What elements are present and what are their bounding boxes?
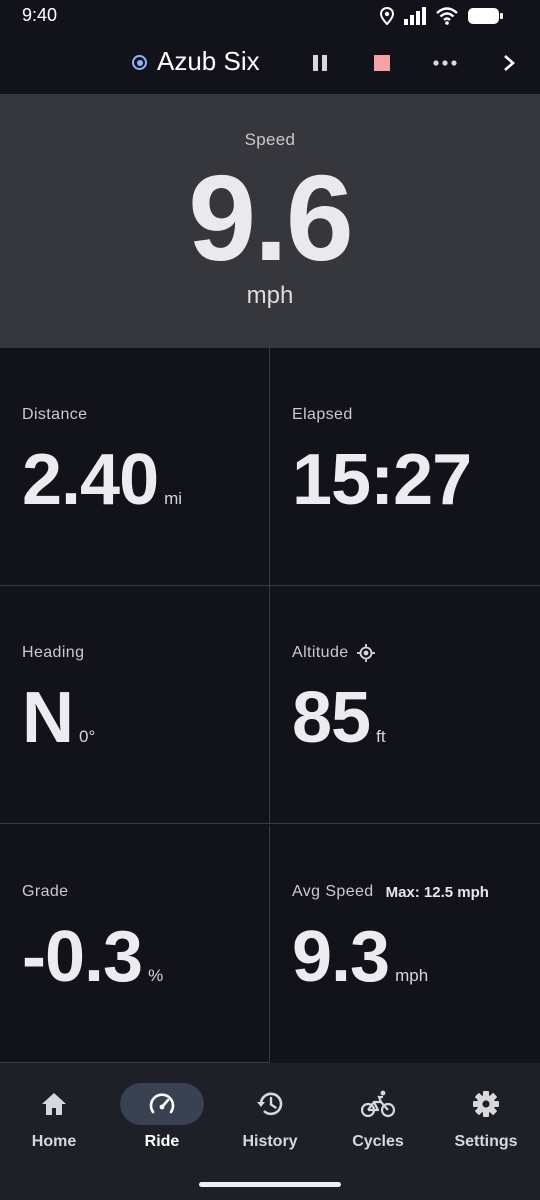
nav-cycles-label: Cycles <box>352 1133 404 1150</box>
pause-button[interactable] <box>305 48 335 78</box>
nav-home[interactable]: Home <box>0 1083 108 1163</box>
nav-ride-indicator <box>120 1083 204 1125</box>
battery-icon <box>468 8 503 24</box>
elapsed-value: 15:27 <box>292 440 472 520</box>
status-icons <box>380 6 504 26</box>
altitude-unit: ft <box>376 727 386 746</box>
status-bar: 9:40 <box>0 0 540 32</box>
stop-button[interactable] <box>367 48 397 78</box>
location-icon <box>380 7 394 25</box>
speedometer-icon <box>149 1093 175 1114</box>
device-name[interactable]: Azub Six <box>157 46 260 77</box>
altitude-cell[interactable]: Altitude 85 ft <box>270 586 540 824</box>
elapsed-cell[interactable]: Elapsed 15:27 <box>270 348 540 586</box>
nav-cycles[interactable]: Cycles <box>324 1083 432 1163</box>
heading-label: Heading <box>22 644 85 661</box>
ride-toolbar: Azub Six <box>0 32 540 94</box>
speed-value: 9.6 <box>188 150 354 286</box>
nav-history[interactable]: History <box>216 1083 324 1163</box>
max-speed-label: Max: 12.5 mph <box>385 883 489 901</box>
history-icon <box>257 1092 283 1116</box>
nav-settings[interactable]: Settings <box>432 1083 540 1163</box>
nav-history-label: History <box>242 1133 298 1150</box>
gear-icon <box>473 1091 499 1117</box>
heading-cell[interactable]: Heading N 0° <box>0 586 270 824</box>
grade-value: -0.3% <box>22 917 164 997</box>
speed-panel[interactable]: Speed 9.6 mph <box>0 94 540 348</box>
device-connected-icon <box>132 55 147 70</box>
grade-label: Grade <box>22 883 69 900</box>
avg-speed-label: Avg Speed Max: 12.5 mph <box>292 883 489 901</box>
heading-degrees: 0° <box>79 727 96 746</box>
next-button[interactable] <box>494 48 524 78</box>
bottom-navigation: Home Ride History Cycles Settings <box>0 1063 540 1200</box>
altitude-label: Altitude <box>292 644 375 662</box>
distance-value: 2.40 mi <box>22 440 183 520</box>
elapsed-label: Elapsed <box>292 406 353 423</box>
distance-cell[interactable]: Distance 2.40 mi <box>0 348 270 586</box>
metrics-grid: Distance 2.40 mi Elapsed 15:27 Heading N0… <box>0 348 540 1063</box>
nav-ride-label: Ride <box>144 1133 180 1150</box>
grade-unit: % <box>148 966 164 985</box>
more-horizontal-icon <box>433 60 457 66</box>
nav-ride[interactable]: Ride <box>108 1083 216 1163</box>
avg-speed-unit: mph <box>395 966 429 985</box>
wifi-icon <box>436 7 458 25</box>
avg-speed-value: 9.3 mph <box>292 917 429 997</box>
signal-icon <box>404 7 426 25</box>
speed-unit: mph <box>246 282 294 309</box>
speed-label: Speed <box>244 130 296 149</box>
status-time: 9:40 <box>22 5 58 25</box>
bicycle-icon <box>361 1090 395 1118</box>
pause-icon <box>313 55 327 71</box>
chevron-right-icon <box>504 55 515 71</box>
nav-home-label: Home <box>31 1133 77 1150</box>
distance-unit: mi <box>164 489 183 508</box>
heading-value: N 0° <box>22 678 96 758</box>
more-options-button[interactable] <box>430 48 460 78</box>
gps-fixed-icon <box>356 644 375 662</box>
altitude-value: 85 ft <box>292 678 386 758</box>
home-icon <box>42 1093 66 1115</box>
nav-settings-label: Settings <box>454 1133 518 1150</box>
gesture-home-indicator[interactable] <box>199 1182 341 1187</box>
distance-label: Distance <box>22 406 88 423</box>
grade-cell[interactable]: Grade -0.3% <box>0 825 270 1063</box>
stop-icon <box>374 55 390 71</box>
avg-speed-cell[interactable]: Avg Speed Max: 12.5 mph 9.3 mph <box>270 825 540 1063</box>
